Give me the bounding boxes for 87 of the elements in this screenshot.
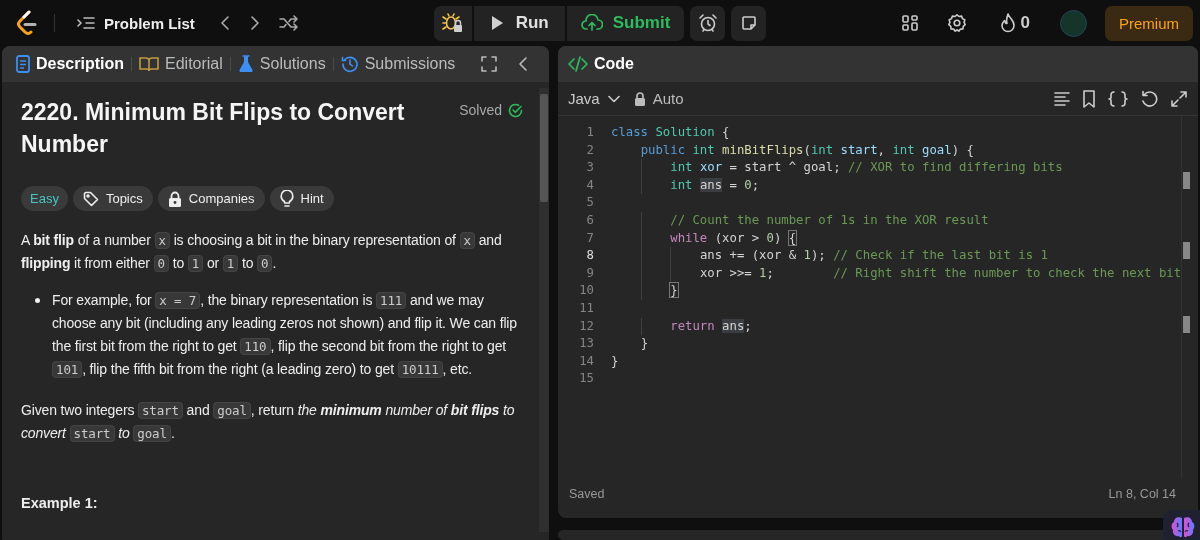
tab[interactable]: Editorial	[135, 55, 227, 73]
note-icon	[739, 14, 758, 32]
problem-list-button[interactable]: Problem List	[71, 10, 201, 36]
code-line: // Count the number of 1s in the XOR result	[611, 211, 989, 230]
brain-icon[interactable]	[1163, 510, 1200, 540]
line-number: 10	[578, 282, 594, 300]
code-line: int xor = start ^ goal; // XOR to find differing bits	[611, 159, 1063, 177]
code-line: while (xor > 0) {	[611, 229, 797, 248]
line-number: 8	[585, 247, 594, 265]
panel-title: Code	[594, 55, 634, 73]
shuffle-icon[interactable]	[278, 15, 299, 31]
bug-lock-icon	[441, 12, 464, 34]
braces-icon[interactable]	[1108, 90, 1128, 107]
expand-icon[interactable]	[1170, 89, 1188, 108]
autocomplete-mode[interactable]: Auto	[633, 90, 684, 107]
line-number: 12	[578, 317, 594, 335]
line-number: 4	[585, 176, 594, 194]
language-dropdown[interactable]: Java	[568, 90, 620, 107]
code-line: public int minBitFlips(int start, int goal) {	[639, 141, 974, 159]
line-number: 11	[578, 299, 594, 317]
layout-grid-icon[interactable]	[900, 14, 919, 32]
code-line: }	[611, 282, 678, 300]
book-icon	[139, 56, 159, 72]
run-button[interactable]: Run	[473, 5, 565, 41]
history-icon	[340, 55, 359, 73]
paragraph: A bit flip of a number x is choosing a bit in the binary representation of x and flipping it from either 0 to 1 or 1 to 0 .	[21, 231, 503, 274]
line-number: 7	[585, 229, 594, 247]
solved-status: Solved	[459, 102, 523, 118]
tag-button[interactable]: Hint	[269, 186, 334, 211]
paragraph: Given two integers start and goal , return the minimum number of bit flips to convert start to goal .	[21, 401, 516, 444]
save-status: Saved	[569, 487, 605, 501]
fullscreen-icon[interactable]	[481, 56, 497, 72]
caret-icon	[607, 94, 620, 103]
code-line: return ans;	[611, 317, 752, 336]
document-icon	[16, 55, 30, 73]
chevron-left-icon[interactable]	[218, 15, 231, 31]
tag-button[interactable]: Companies	[157, 186, 265, 211]
scrollbar[interactable]	[539, 88, 549, 532]
code-line: xor >>= 1; // Right shift the number to check the next bit	[611, 264, 1182, 283]
code-line: int ans = 0;	[611, 176, 760, 195]
paragraph: For example, for x = 7 , the binary representation is 111 and we may choose any bit (including any leading zeros not shown) and flip it. We can flip the first bit from the right to get 110 , flip the second bit from the right to get 101 , flip the fifth bit from the right (a leading zero) to get 10111 , etc.	[52, 291, 518, 380]
line-number: 3	[585, 159, 594, 177]
code-icon	[568, 56, 588, 72]
reset-icon[interactable]	[1140, 89, 1158, 108]
code-line: ans += (xor & 1); // Check if the last bit is 1	[611, 247, 1048, 265]
problem-title: 2220. Minimum Bit Flips to Convert Number	[21, 98, 406, 159]
list-icon	[77, 15, 95, 31]
tag-icon	[82, 190, 99, 207]
format-icon[interactable]	[1054, 91, 1070, 106]
play-icon	[489, 15, 504, 31]
tab[interactable]: Submissions	[336, 55, 460, 73]
streak-button[interactable]: 0	[992, 12, 1036, 34]
debug-button[interactable]	[433, 5, 472, 41]
code-line: class Solution {	[611, 124, 730, 141]
cloud-upload-icon	[580, 14, 603, 32]
chevron-right-icon[interactable]	[248, 15, 261, 31]
notes-button[interactable]	[731, 5, 767, 41]
line-number: 13	[578, 335, 594, 353]
lock-icon	[167, 190, 182, 207]
line-number: 14	[578, 352, 594, 370]
code-line: }	[639, 335, 649, 353]
lock-icon	[633, 91, 646, 106]
line-number: 5	[585, 194, 594, 212]
collapse-chevron-icon[interactable]	[517, 56, 529, 72]
lightbulb-icon	[279, 189, 294, 208]
line-number: 1	[585, 124, 594, 141]
example-heading: Example 1:	[21, 495, 99, 511]
line-number: 6	[585, 211, 594, 229]
timer-button[interactable]	[690, 5, 726, 41]
cursor-position: Ln 8, Col 14	[1108, 487, 1176, 501]
tag-button[interactable]: Topics	[72, 186, 153, 211]
logo-icon[interactable]	[16, 10, 38, 36]
alarm-clock-icon	[697, 13, 718, 33]
line-number: 2	[585, 141, 594, 159]
premium-button[interactable]: Premium	[1105, 5, 1193, 41]
line-number: 15	[578, 370, 594, 388]
tab[interactable]: Description	[12, 55, 128, 73]
difficulty-badge: Easy	[21, 186, 68, 211]
submit-button[interactable]: Submit	[566, 5, 685, 41]
flame-icon	[998, 13, 1017, 33]
line-number: 9	[585, 264, 594, 282]
bullet	[35, 298, 40, 303]
code-line: }	[611, 352, 619, 370]
tab[interactable]: Solutions	[233, 55, 330, 73]
flask-icon	[237, 55, 254, 73]
settings-icon[interactable]	[946, 13, 967, 33]
bookmark-icon[interactable]	[1082, 89, 1096, 108]
